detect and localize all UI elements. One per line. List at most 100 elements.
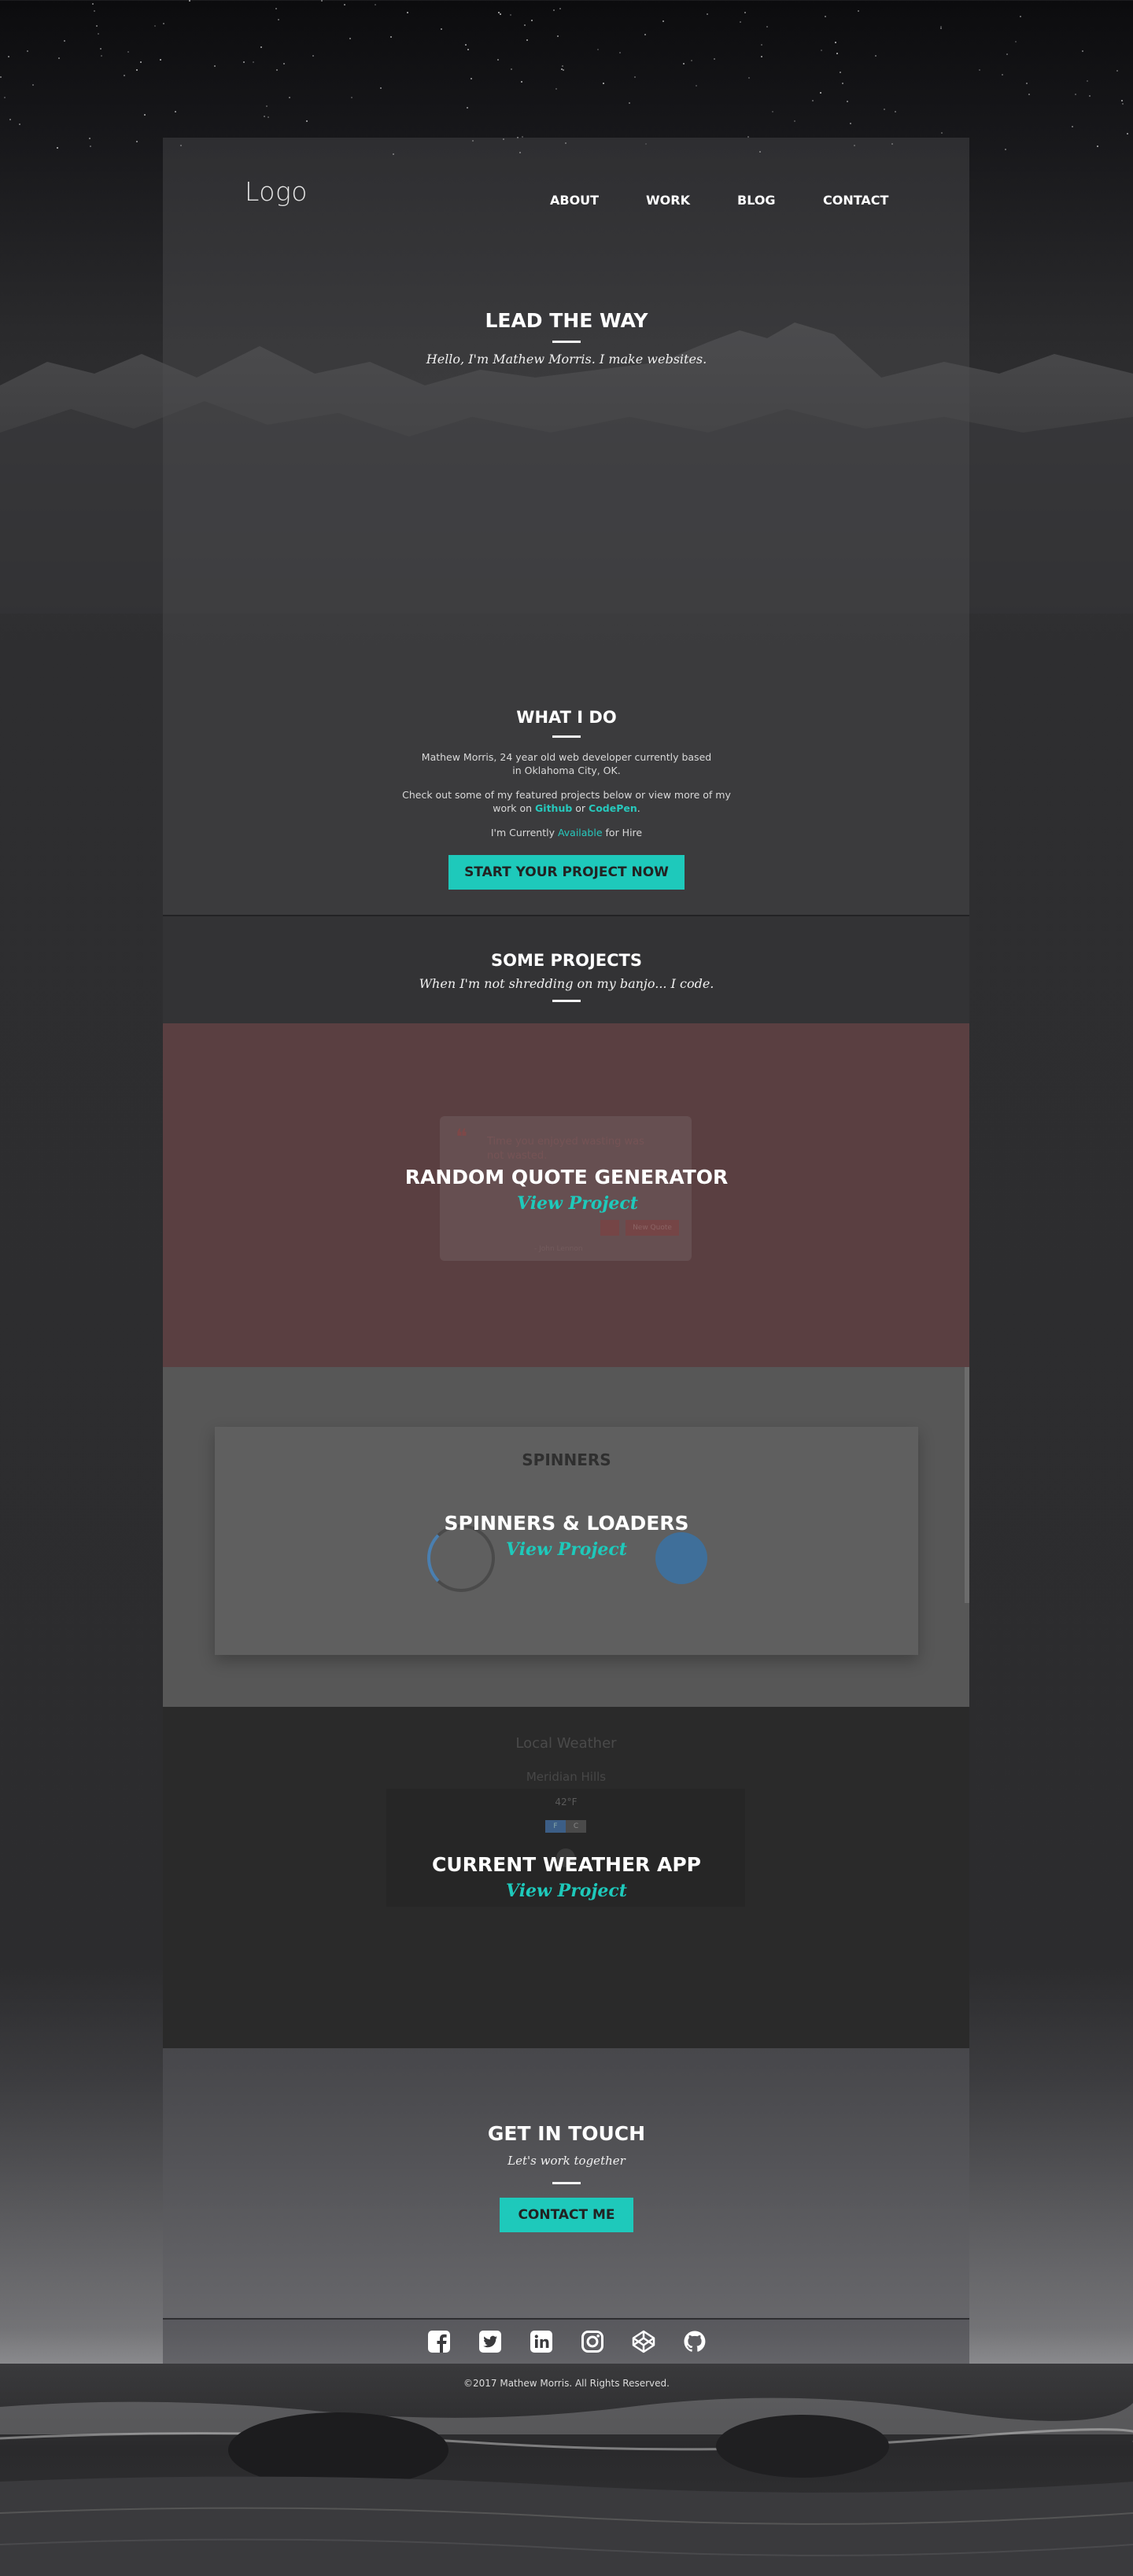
star-dot <box>312 55 314 57</box>
facebook-icon[interactable] <box>426 2329 452 2354</box>
instagram-icon[interactable] <box>580 2329 605 2354</box>
star-dot <box>1002 74 1003 76</box>
star-dot <box>253 61 254 63</box>
status-available: Available <box>557 827 603 838</box>
view-project-weather-link[interactable]: View Project <box>0 1881 1133 1901</box>
star-dot <box>761 44 762 46</box>
star-dot <box>467 49 469 50</box>
quote-preview: ❝ Time you enjoyed wasting was not waste… <box>440 1116 692 1261</box>
weather-preview-temp: 42°F <box>555 1797 578 1808</box>
weather-preview-heading: Local Weather <box>515 1735 617 1752</box>
star-dot <box>562 65 563 67</box>
star-dot <box>58 57 60 59</box>
star-dot <box>90 146 91 147</box>
nav-about[interactable]: ABOUT <box>550 193 599 208</box>
availability-status: I'm Currently Available for Hire <box>401 826 732 839</box>
star-dot <box>744 12 746 13</box>
star-dot <box>979 69 980 71</box>
star-dot <box>812 100 814 101</box>
star-dot <box>691 60 692 61</box>
star-dot <box>1020 16 1021 17</box>
star-dot <box>4 97 6 98</box>
star-dot <box>321 0 323 2</box>
weather-preview-location: Meridian Hills <box>526 1770 607 1784</box>
star-dot <box>1006 53 1008 55</box>
star-dot <box>306 120 308 122</box>
view-project-spinners-link[interactable]: View Project <box>0 1539 1133 1560</box>
star-dot <box>1015 41 1017 42</box>
star-dot <box>821 50 822 51</box>
unit-toggle: F C <box>545 1820 586 1833</box>
nav-contact[interactable]: CONTACT <box>823 193 888 208</box>
github-link[interactable]: Github <box>535 802 572 814</box>
star-dot <box>1005 149 1006 150</box>
star-dot <box>375 4 376 6</box>
project-title-quote: RANDOM QUOTE GENERATOR <box>404 1166 729 1188</box>
star-dot <box>140 61 142 63</box>
project-title-weather: CURRENT WEATHER APP <box>432 1853 701 1876</box>
star-dot <box>189 0 190 2</box>
star-dot <box>380 87 382 89</box>
codepen-link[interactable]: CodePen <box>589 802 637 814</box>
star-dot <box>895 111 896 112</box>
sea-background <box>0 2364 1133 2576</box>
hero-title: LEAD THE WAY <box>485 309 648 332</box>
star-dot <box>875 55 877 57</box>
twitter-icon[interactable] <box>478 2329 503 2354</box>
star-dot <box>283 63 285 64</box>
star-dot <box>619 52 621 53</box>
star-dot <box>1087 80 1088 82</box>
contact-me-button[interactable]: CONTACT ME <box>500 2198 633 2232</box>
quote-mark-icon: ❝ <box>456 1124 468 1150</box>
projects-divider <box>552 1000 581 1002</box>
project-card-spinners[interactable]: SPINNERS <box>163 1367 969 1707</box>
star-dot <box>842 83 843 84</box>
star-dot <box>92 3 94 5</box>
star-dot <box>850 123 851 124</box>
star-dot <box>19 123 20 125</box>
unit-c: C <box>566 1820 586 1833</box>
star-dot <box>1075 94 1076 95</box>
star-dot <box>1082 50 1083 52</box>
star-dot <box>597 49 599 50</box>
linkedin-icon[interactable] <box>529 2329 554 2354</box>
view-project-quote-link[interactable]: View Project <box>11 1193 1133 1214</box>
star-dot <box>1121 100 1123 101</box>
contact-subtitle: Let's work together <box>507 2154 626 2168</box>
star-dot <box>1028 94 1030 95</box>
star-dot <box>465 44 467 46</box>
star-dot <box>27 50 28 52</box>
star-dot <box>497 59 499 61</box>
star-dot <box>603 83 604 84</box>
star-dot <box>629 102 630 104</box>
project-card-weather[interactable]: Local Weather Meridian Hills 42°F F C <box>163 1707 969 2048</box>
star-dot <box>526 39 528 41</box>
star-dot <box>243 61 245 63</box>
codepen-icon[interactable] <box>631 2329 656 2354</box>
github-icon[interactable] <box>682 2329 707 2354</box>
star-dot <box>761 56 762 57</box>
scrollbar-thumb[interactable] <box>965 1367 969 1603</box>
star-dot <box>714 58 715 60</box>
unit-f: F <box>545 1820 566 1833</box>
star-dot <box>264 116 265 117</box>
star-dot <box>260 46 262 48</box>
star-dot <box>559 8 561 9</box>
twitter-share-icon <box>600 1220 619 1236</box>
star-dot <box>644 34 646 35</box>
star-dot <box>524 24 526 26</box>
star-dot <box>557 35 559 37</box>
projects-title: SOME PROJECTS <box>491 951 642 970</box>
star-dot <box>32 84 34 86</box>
contact-divider <box>552 2182 581 2184</box>
about-paragraph-2-end: . <box>637 802 640 814</box>
start-project-button[interactable]: START YOUR PROJECT NOW <box>448 855 685 890</box>
star-dot <box>471 78 472 79</box>
star-dot <box>531 20 533 21</box>
star-dot <box>634 76 636 78</box>
site-logo[interactable]: Logo <box>245 176 308 207</box>
nav-work[interactable]: WORK <box>646 193 690 208</box>
nav-blog[interactable]: BLOG <box>737 193 776 208</box>
status-prefix: I'm Currently <box>490 827 558 838</box>
star-dot <box>847 101 848 102</box>
